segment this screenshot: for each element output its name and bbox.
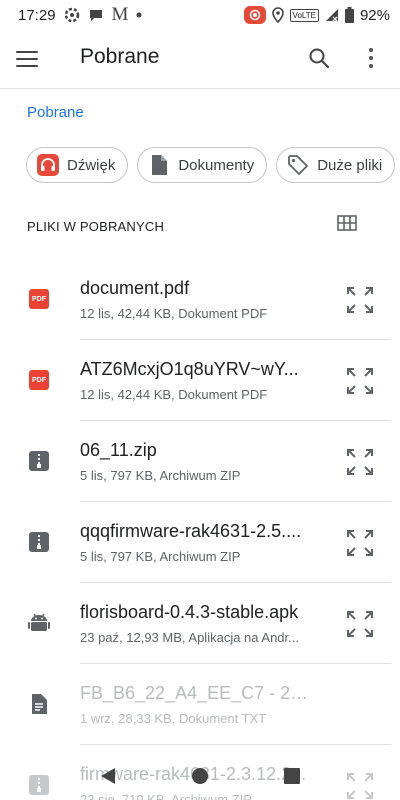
section-header: PLIKI W POBRANYCH [27,219,165,234]
android-app-icon [27,611,51,635]
file-meta: 1 wrz, 28,33 KB, Dokument TXT [80,711,267,726]
app-bar: Pobrane [0,30,400,88]
file-row[interactable]: 06_11.zip 5 lis, 797 KB, Archiwum ZIP [0,421,400,502]
expand-icon[interactable] [345,447,375,477]
file-name: florisboard-0.4.3-stable.apk [80,602,299,622]
file-meta: 12 lis, 42,44 KB, Dokument PDF [80,387,268,402]
headphones-icon [37,154,59,176]
file-meta: 5 lis, 797 KB, Archiwum ZIP [80,468,241,483]
home-icon[interactable] [190,766,210,786]
location-icon [271,7,284,23]
chat-notification-icon [88,7,104,23]
file-row[interactable]: florisboard-0.4.3-stable.apk 23 paź, 12,… [0,583,400,664]
expand-icon[interactable] [345,528,375,558]
back-icon[interactable] [98,766,118,786]
file-name: qqqfirmware-rak4631-2.5.... [80,521,302,541]
volte-label: VoLTE [289,8,319,22]
chip-large-files[interactable]: Duże pliki [276,147,396,183]
more-options-icon[interactable] [360,44,382,72]
chip-documents-label: Dokumenty [178,156,255,174]
tag-icon [287,154,309,176]
file-name: FB_B6_22_A4_EE_C7 - 2024-09-01 2... [80,683,318,703]
grid-view-icon[interactable] [337,215,359,235]
zip-file-icon [27,449,51,473]
file-row[interactable]: PDF document.pdf 12 lis, 42,44 KB, Dokum… [0,259,400,340]
file-meta: 12 lis, 42,44 KB, Dokument PDF [80,306,268,321]
settings-notification-icon [64,7,80,23]
recents-icon[interactable] [282,766,302,786]
file-name: 06_11.zip [80,440,157,460]
status-bar: 17:29 M VoLTE 92% [0,0,400,30]
file-meta: 5 lis, 797 KB, Archiwum ZIP [80,549,241,564]
document-icon [148,154,170,176]
app-bar-divider [0,88,400,89]
chip-documents[interactable]: Dokumenty [137,147,268,183]
file-row[interactable]: PDF ATZ6McxjO1q8uYRV~wY... 12 lis, 42,44… [0,340,400,421]
battery-icon [344,7,354,23]
filter-chips: Dźwięk Dokumenty Duże pliki [26,147,396,183]
chip-audio[interactable]: Dźwięk [26,147,129,183]
file-name: ATZ6McxjO1q8uYRV~wY... [80,359,299,379]
expand-icon[interactable] [345,285,375,315]
file-name: document.pdf [80,278,190,298]
screen-record-icon [243,6,266,24]
expand-icon[interactable] [345,366,375,396]
signal-icon [325,8,339,22]
more-notifications-dot-icon [136,12,142,18]
pdf-file-icon: PDF [27,287,51,311]
gmail-notification-icon: M [111,4,129,25]
chip-large-files-label: Duże pliki [317,156,383,174]
breadcrumb[interactable]: Pobrane [27,104,84,121]
file-list: PDF document.pdf 12 lis, 42,44 KB, Dokum… [0,259,400,800]
file-row[interactable]: qqqfirmware-rak4631-2.5.... 5 lis, 797 K… [0,502,400,583]
file-meta: 23 paź, 12,93 MB, Aplikacja na Andr... [80,630,299,645]
page-title: Pobrane [80,45,160,68]
expand-icon[interactable] [345,609,375,639]
status-time: 17:29 [18,6,56,24]
search-icon[interactable] [305,44,333,72]
system-nav-bar [0,752,400,800]
chip-audio-label: Dźwięk [67,156,116,174]
text-file-icon [27,692,51,716]
battery-percent: 92% [359,6,390,24]
menu-icon[interactable] [16,46,46,72]
zip-file-icon [27,530,51,554]
file-row[interactable]: FB_B6_22_A4_EE_C7 - 2024-09-01 2... 1 wr… [0,664,400,745]
pdf-file-icon: PDF [27,368,51,392]
